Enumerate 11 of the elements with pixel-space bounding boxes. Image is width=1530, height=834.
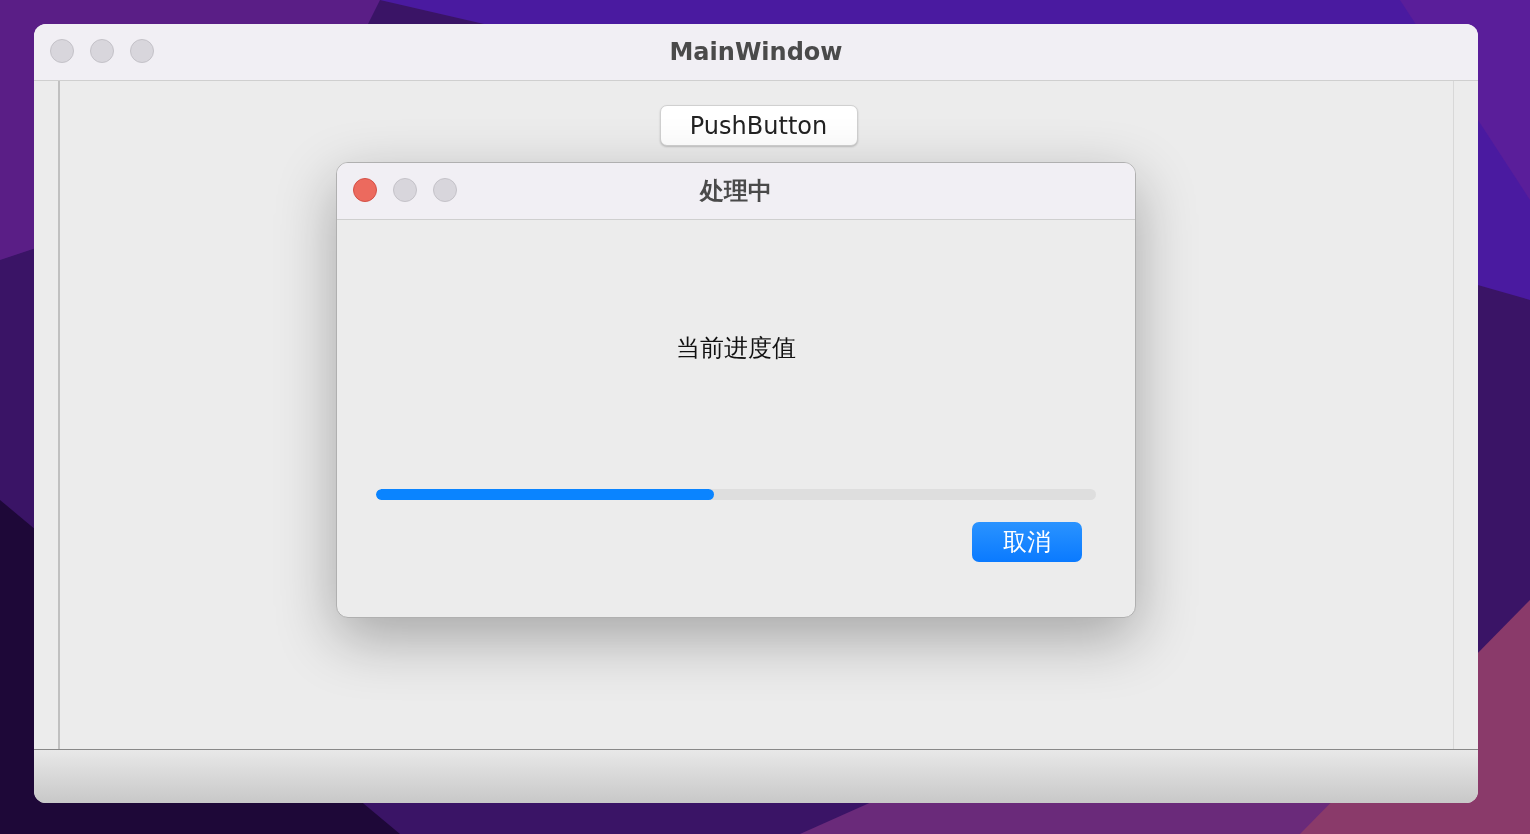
minimize-button[interactable] <box>90 39 114 63</box>
zoom-button[interactable] <box>433 178 457 202</box>
cancel-button[interactable]: 取消 <box>972 522 1082 562</box>
window-title: MainWindow <box>669 38 843 66</box>
zoom-button[interactable] <box>130 39 154 63</box>
close-button[interactable] <box>353 178 377 202</box>
progress-label: 当前进度值 <box>676 333 796 364</box>
minimize-button[interactable] <box>393 178 417 202</box>
window-title: 处理中 <box>700 176 772 207</box>
push-button[interactable]: PushButton <box>659 105 858 146</box>
close-button[interactable] <box>50 39 74 63</box>
